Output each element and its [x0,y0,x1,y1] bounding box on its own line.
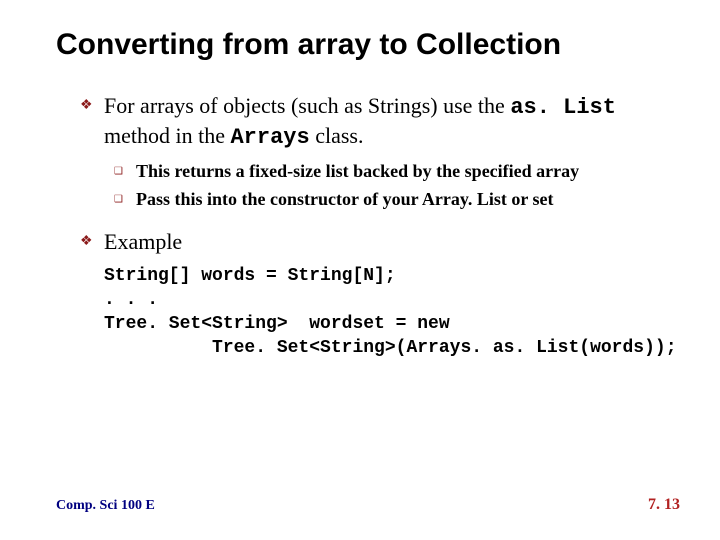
slide: Converting from array to Collection ❖ Fo… [0,0,720,540]
bullet-text: For arrays of objects (such as Strings) … [104,92,680,152]
sub-bullet-item: ❑ Pass this into the constructor of your… [114,188,680,210]
text-fragment: method in the [104,123,230,148]
diamond-bullet-icon: ❖ [80,228,96,254]
footer-page-number: 7. 13 [648,496,680,514]
sub-bullet-group: ❑ This returns a fixed-size list backed … [80,160,680,210]
bullet-item: ❖ Example [80,228,680,256]
bullet-text: Example [104,228,680,256]
text-fragment: For arrays of objects (such as Strings) … [104,93,510,118]
square-bullet-icon: ❑ [114,188,128,209]
slide-body: ❖ For arrays of objects (such as Strings… [56,92,680,360]
square-bullet-icon: ❑ [114,160,128,181]
sub-bullet-text: This returns a fixed-size list backed by… [136,160,680,182]
code-fragment: as. List [510,95,616,120]
slide-title: Converting from array to Collection [56,28,680,62]
text-fragment: class. [310,123,364,148]
bullet-item: ❖ For arrays of objects (such as Strings… [80,92,680,152]
code-fragment: Arrays [230,125,309,150]
code-block: String[] words = String[N]; . . . Tree. … [80,264,680,360]
diamond-bullet-icon: ❖ [80,92,96,118]
text-fragment: Example [104,229,182,254]
footer-course: Comp. Sci 100 E [56,498,155,514]
sub-bullet-item: ❑ This returns a fixed-size list backed … [114,160,680,182]
sub-bullet-text: Pass this into the constructor of your A… [136,188,680,210]
